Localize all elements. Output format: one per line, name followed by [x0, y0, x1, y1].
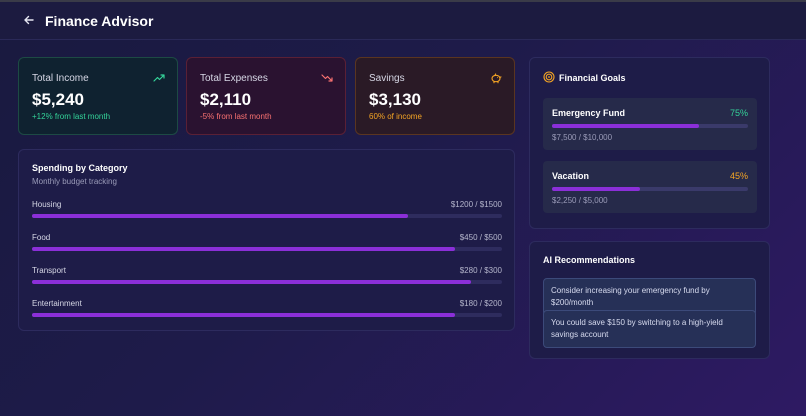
spending-by-category-panel: Spending by Category Monthly budget trac… — [18, 149, 515, 331]
panel-title: Financial Goals — [559, 73, 626, 83]
financial-goals-panel: Financial Goals Emergency Fund 75% $7,50… — [529, 57, 770, 229]
category-row-housing: Housing $1200 / $1500 — [32, 200, 502, 226]
goal-amount: $2,250 / $5,000 — [552, 196, 608, 205]
total-income-card: Total Income $5,240 +12% from last month — [18, 57, 178, 135]
category-name: Entertainment — [32, 299, 82, 308]
progress-track — [32, 214, 502, 218]
stat-change: -5% from last month — [200, 112, 272, 121]
progress-fill — [32, 247, 455, 251]
recommendation-item[interactable]: You could save $150 by switching to a hi… — [543, 310, 756, 348]
progress-fill — [552, 187, 641, 191]
category-row-food: Food $450 / $500 — [32, 233, 502, 259]
progress-fill — [32, 280, 471, 284]
arrow-left-icon[interactable] — [21, 12, 37, 28]
progress-fill — [552, 124, 699, 128]
goal-amount: $7,500 / $10,000 — [552, 133, 613, 142]
category-amount: $280 / $300 — [459, 266, 502, 275]
progress-track — [32, 313, 502, 317]
category-row-transport: Transport $280 / $300 — [32, 266, 502, 292]
category-name: Transport — [32, 266, 66, 275]
total-expenses-card: Total Expenses $2,110 -5% from last mont… — [186, 57, 346, 135]
category-amount: $450 / $500 — [459, 233, 502, 242]
stat-label: Total Income — [32, 73, 89, 84]
goal-card-emergency-fund[interactable]: Emergency Fund 75% $7,500 / $10,000 — [543, 98, 757, 150]
stat-value: $5,240 — [32, 90, 84, 109]
trending-up-icon — [153, 74, 165, 82]
category-name: Housing — [32, 200, 62, 209]
goal-percent: 75% — [729, 108, 748, 118]
page-title: Finance Advisor — [45, 13, 154, 29]
progress-track — [552, 124, 748, 128]
category-row-entertainment: Entertainment $180 / $200 — [32, 299, 502, 325]
progress-fill — [32, 313, 455, 317]
goal-name: Emergency Fund — [552, 108, 626, 118]
progress-track — [552, 187, 748, 191]
stat-label: Total Expenses — [200, 73, 268, 84]
goal-name: Vacation — [552, 171, 590, 181]
progress-track — [32, 247, 502, 251]
goal-percent: 45% — [729, 171, 748, 181]
stat-change: 60% of income — [369, 112, 422, 121]
stat-change: +12% from last month — [32, 112, 111, 121]
panel-subtitle: Monthly budget tracking — [32, 177, 117, 186]
ai-recommendations-panel: AI Recommendations Consider increasing y… — [529, 241, 770, 359]
category-amount: $1200 / $1500 — [450, 200, 502, 209]
category-amount: $180 / $200 — [459, 299, 502, 308]
goal-card-vacation[interactable]: Vacation 45% $2,250 / $5,000 — [543, 161, 757, 213]
target-icon — [543, 71, 555, 83]
category-name: Food — [32, 233, 51, 242]
piggy-bank-icon — [491, 73, 502, 84]
panel-title: AI Recommendations — [543, 255, 636, 265]
progress-track — [32, 280, 502, 284]
progress-fill — [32, 214, 408, 218]
savings-card: Savings $3,130 60% of income — [355, 57, 515, 135]
stat-value: $2,110 — [200, 90, 252, 109]
panel-title: Spending by Category — [32, 163, 128, 173]
stat-label: Savings — [369, 73, 405, 84]
app-header: Finance Advisor — [0, 2, 806, 40]
stat-value: $3,130 — [369, 90, 421, 109]
trending-down-icon — [321, 74, 333, 82]
